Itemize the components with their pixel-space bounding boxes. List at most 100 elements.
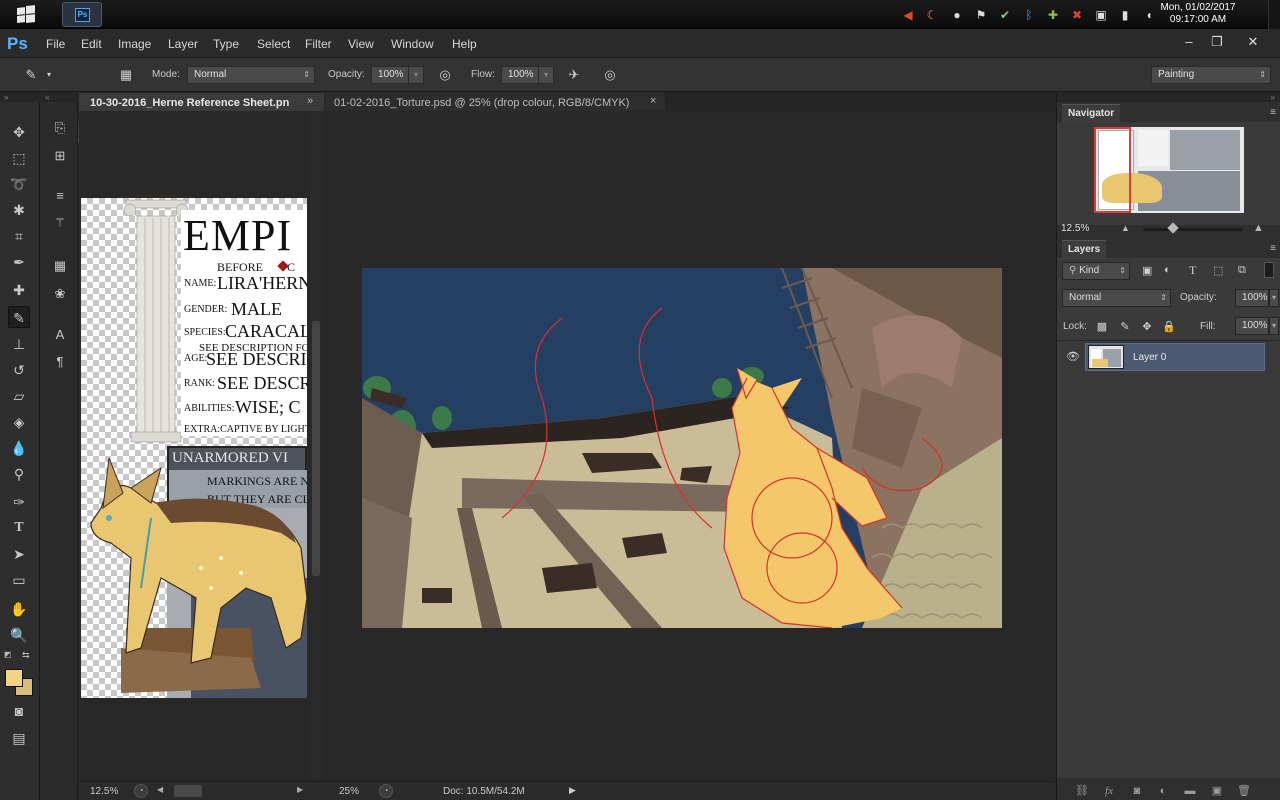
reference-horizontal-scroll-thumb[interactable]: [174, 785, 202, 797]
navigator-tab[interactable]: Navigator: [1062, 104, 1121, 122]
adjustments-panel-icon[interactable]: ⊞: [50, 146, 70, 166]
menu-type[interactable]: Type: [213, 37, 239, 51]
blur-tool-icon[interactable]: 💧: [8, 437, 30, 459]
reference-sheet-canvas[interactable]: EMPI BEFORE C NAME: LIRA'HERN GENDER: MA…: [81, 198, 307, 698]
layers-tab[interactable]: Layers: [1062, 240, 1107, 258]
more-tabs-icon[interactable]: »: [307, 95, 313, 107]
share-icon[interactable]: ◔: [134, 784, 148, 798]
layer-name[interactable]: Layer 0: [1133, 352, 1166, 363]
scroll-right-icon[interactable]: ▶: [297, 785, 303, 794]
volume-warning-icon[interactable]: ◀: [900, 7, 916, 23]
scroll-left-icon[interactable]: ◀: [157, 785, 163, 794]
swatches-panel-icon[interactable]: ▦: [50, 256, 70, 276]
smart-object-filter-icon[interactable]: ⧉: [1238, 264, 1246, 277]
navigator-zoom-value[interactable]: 12.5%: [1061, 223, 1089, 234]
quick-mask-icon[interactable]: ◙: [8, 700, 30, 722]
zoom-in-icon[interactable]: ▲: [1253, 222, 1264, 234]
network-alert-icon[interactable]: ✖: [1069, 7, 1085, 23]
filter-toggle[interactable]: [1264, 262, 1274, 278]
menu-help[interactable]: Help: [452, 37, 477, 51]
brush-tool-preset-icon[interactable]: ✎: [22, 66, 40, 84]
active-zoom-level[interactable]: 25%: [339, 786, 359, 797]
foreground-color-swatch[interactable]: [5, 669, 23, 687]
menu-view[interactable]: View: [348, 37, 374, 51]
paragraph-panel-icon[interactable]: ¶: [50, 352, 70, 372]
link-layers-icon[interactable]: ⛓: [1074, 784, 1090, 798]
system-clock[interactable]: Mon, 01/02/2017 09:17:00 AM: [1158, 2, 1238, 26]
flag-icon[interactable]: ⚑: [973, 7, 989, 23]
moon-icon[interactable]: ☾: [924, 7, 940, 23]
update-icon[interactable]: ✚: [1045, 7, 1061, 23]
opacity-input[interactable]: 100%: [371, 66, 409, 84]
fill-input[interactable]: 100%: [1235, 317, 1269, 335]
type-filter-icon[interactable]: T: [1189, 263, 1196, 278]
layer-row[interactable]: Layer 0: [1085, 343, 1265, 371]
opacity-dropdown[interactable]: ▾: [408, 66, 424, 84]
close-tab-icon[interactable]: ×: [650, 95, 656, 107]
quick-selection-tool-icon[interactable]: ✱: [8, 199, 30, 221]
path-selection-tool-icon[interactable]: ➤: [8, 543, 30, 565]
character-panel-icon[interactable]: A: [50, 325, 70, 345]
menu-filter[interactable]: Filter: [305, 37, 332, 51]
history-brush-tool-icon[interactable]: ↺: [8, 359, 30, 381]
delete-layer-icon[interactable]: 🗑: [1236, 784, 1252, 798]
panel-collapse-icon[interactable]: »: [1057, 93, 1280, 102]
security-icon[interactable]: ✔: [997, 7, 1013, 23]
panel-expand-icon[interactable]: «: [41, 93, 78, 102]
styles-panel-icon[interactable]: ❀: [50, 284, 70, 304]
panel-menu-icon[interactable]: ≡: [1270, 107, 1276, 118]
type-tool-icon[interactable]: T: [8, 517, 30, 539]
paint-bucket-tool-icon[interactable]: ◈: [8, 411, 30, 433]
add-mask-icon[interactable]: ◙: [1129, 784, 1145, 798]
pressure-opacity-icon[interactable]: ◎: [436, 66, 454, 84]
navigator-view-box[interactable]: [1094, 127, 1131, 213]
chevron-down-icon[interactable]: ▾: [1269, 289, 1279, 307]
pressure-size-icon[interactable]: ◎: [601, 66, 619, 84]
marquee-tool-icon[interactable]: ⬚: [8, 147, 30, 169]
status-menu-arrow-icon[interactable]: ▶: [569, 785, 576, 796]
navigator-zoom-slider[interactable]: [1143, 222, 1243, 234]
zoom-out-icon[interactable]: ▲: [1121, 223, 1130, 233]
eyedropper-tool-icon[interactable]: ✒: [8, 251, 30, 273]
new-adjustment-layer-icon[interactable]: ◐: [1155, 784, 1171, 798]
clone-stamp-tool-icon[interactable]: ⊥: [8, 333, 30, 355]
eraser-tool-icon[interactable]: ▱: [8, 385, 30, 407]
share-icon[interactable]: ◔: [379, 784, 393, 798]
drop-icon[interactable]: ●: [949, 7, 965, 23]
flow-dropdown[interactable]: ▾: [538, 66, 554, 84]
lasso-tool-icon[interactable]: ➰: [8, 173, 30, 195]
lock-transparency-icon[interactable]: ▩: [1095, 320, 1109, 334]
panel-menu-icon[interactable]: ≡: [1270, 243, 1276, 254]
airbrush-icon[interactable]: ✈: [565, 66, 583, 84]
menu-select[interactable]: Select: [257, 37, 290, 51]
blend-mode-select[interactable]: Normal ⇕: [1062, 289, 1171, 307]
healing-brush-tool-icon[interactable]: ✚: [8, 279, 30, 301]
menu-window[interactable]: Window: [391, 37, 434, 51]
layer-opacity-input[interactable]: 100%: [1235, 289, 1269, 307]
new-group-icon[interactable]: ▬: [1182, 784, 1198, 798]
layer-style-fx-icon[interactable]: fx: [1101, 784, 1117, 798]
windows-start-button[interactable]: [6, 2, 46, 27]
device-icon[interactable]: ▣: [1093, 7, 1109, 23]
brush-panel-icon[interactable]: ≡: [50, 186, 70, 206]
move-tool-icon[interactable]: ✥: [8, 121, 30, 143]
navigator-thumbnail[interactable]: [1094, 127, 1244, 213]
shape-tool-icon[interactable]: ▭: [8, 569, 30, 591]
menu-image[interactable]: Image: [118, 37, 151, 51]
shape-filter-icon[interactable]: ⬚: [1213, 264, 1223, 277]
dodge-tool-icon[interactable]: ⚲: [8, 463, 30, 485]
show-desktop-button[interactable]: [1268, 0, 1280, 29]
hand-tool-icon[interactable]: ✋: [8, 598, 30, 620]
restore-button[interactable]: ❐: [1206, 33, 1228, 51]
panel-collapse-icon[interactable]: »: [0, 93, 40, 102]
close-button[interactable]: ✕: [1242, 33, 1264, 51]
photoshop-taskbar-button[interactable]: Ps: [62, 2, 102, 27]
document-size[interactable]: Doc: 10.5M/54.2M: [443, 786, 525, 797]
pixel-filter-icon[interactable]: ▣: [1142, 264, 1152, 277]
reference-scroll-thumb[interactable]: [312, 321, 320, 576]
screen-mode-icon[interactable]: ▤: [8, 727, 30, 749]
new-layer-icon[interactable]: ▣: [1209, 784, 1225, 798]
adjustment-filter-icon[interactable]: ◐: [1164, 264, 1171, 276]
reference-vertical-scrollbar[interactable]: [310, 111, 322, 781]
swap-colors-icon[interactable]: ⇆: [22, 650, 34, 660]
